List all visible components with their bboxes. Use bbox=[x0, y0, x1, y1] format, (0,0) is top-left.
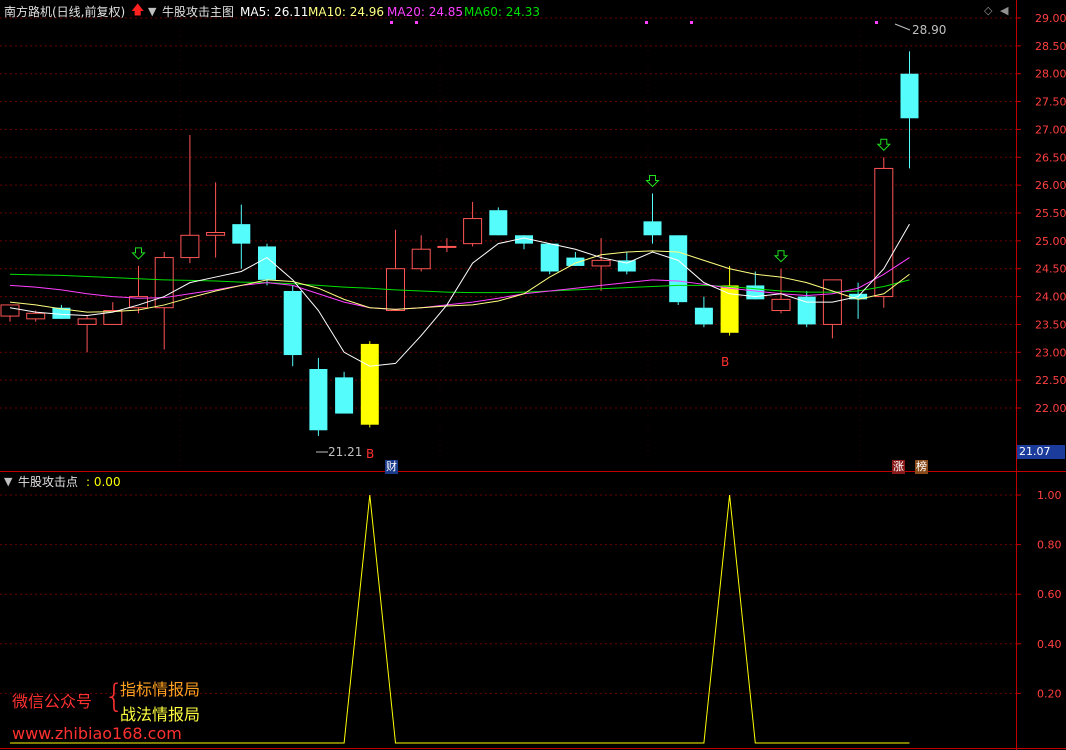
ma10-label: MA10: 24.96 bbox=[308, 5, 385, 19]
ma60-label: MA60: 24.33 bbox=[464, 5, 541, 19]
marker-dot bbox=[645, 21, 648, 24]
diamond-icon[interactable]: ◇ bbox=[984, 4, 992, 18]
watermark-line2: 战法情报局 bbox=[120, 705, 201, 724]
candle-body bbox=[694, 307, 713, 325]
marker-dot bbox=[690, 21, 693, 24]
candle-body bbox=[360, 343, 379, 425]
y-tick-label: 0.20 bbox=[1037, 687, 1062, 700]
y-tick-label: 28.50 bbox=[1035, 40, 1066, 53]
watermark-label: 微信公众号 bbox=[12, 692, 93, 711]
y-tick-label: 0.40 bbox=[1037, 638, 1062, 651]
y-tick-label: 25.00 bbox=[1035, 235, 1066, 248]
candle-body bbox=[26, 312, 46, 320]
finance-badge[interactable]: 财 bbox=[385, 460, 398, 474]
candle-body bbox=[411, 248, 431, 270]
marker-dot bbox=[875, 21, 878, 24]
y-tick-label: 0.80 bbox=[1037, 539, 1062, 552]
marker-dot bbox=[390, 21, 393, 24]
candle-body bbox=[309, 369, 328, 431]
chevron-left-icon[interactable]: ◀ bbox=[1000, 4, 1008, 18]
sub-indicator-value: : 0.00 bbox=[86, 475, 121, 489]
y-tick-label: 26.50 bbox=[1035, 151, 1066, 164]
candle-body bbox=[771, 298, 791, 312]
candle-body bbox=[643, 221, 662, 236]
current-price-tag: 21.07 bbox=[1017, 445, 1065, 459]
marker-dot bbox=[415, 21, 418, 24]
red-up-arrow-icon: 🡅 bbox=[131, 3, 145, 18]
y-tick-label: 22.00 bbox=[1035, 402, 1066, 415]
stock-title: 南方路机(日线,前复权) bbox=[4, 5, 126, 19]
candle-body bbox=[540, 243, 559, 272]
y-tick-label: 26.00 bbox=[1035, 179, 1066, 192]
y-tick-label: 29.00 bbox=[1035, 12, 1066, 25]
list-badge[interactable]: 榜 bbox=[915, 460, 928, 474]
candle-body bbox=[900, 73, 919, 119]
candle-body bbox=[591, 259, 611, 267]
chevron-down-icon[interactable]: ▼ bbox=[4, 475, 12, 489]
ma20-label: MA20: 24.85 bbox=[387, 5, 464, 19]
candle-body bbox=[206, 232, 226, 236]
buy-signal-b: B bbox=[721, 355, 730, 369]
high-price-label: 28.90 bbox=[912, 23, 947, 37]
watermark-line1: 指标情报局 bbox=[120, 680, 201, 699]
ma5-line bbox=[9, 223, 910, 367]
ma5-label: MA5: 26.11 bbox=[240, 5, 309, 19]
candle-body bbox=[0, 304, 20, 317]
candle-body bbox=[463, 218, 483, 245]
y-tick-label: 27.50 bbox=[1035, 96, 1066, 109]
y-tick-label: 28.00 bbox=[1035, 68, 1066, 81]
chart-canvas[interactable]: 29.00 28.50 28.00 27.50 27.00 26.50 26.00 25.50… bbox=[0, 0, 1066, 750]
buy-arrow-icon bbox=[773, 250, 789, 263]
candle-body bbox=[283, 291, 302, 356]
low-price-label: 21.21 bbox=[328, 445, 363, 459]
buy-signal-b: B bbox=[366, 447, 375, 461]
chart-window: 29.00 28.50 28.00 27.50 27.00 26.50 26.00 25.50… bbox=[0, 0, 1066, 750]
pointer-line bbox=[894, 23, 911, 31]
y-tick-label: 23.50 bbox=[1035, 318, 1066, 331]
candle-body bbox=[335, 377, 354, 414]
candle-body bbox=[437, 245, 457, 248]
candle-body bbox=[797, 296, 816, 325]
y-tick-label: 25.50 bbox=[1035, 207, 1066, 220]
y-tick-label: 24.00 bbox=[1035, 291, 1066, 304]
sub-indicator-name[interactable]: 牛股攻击点 bbox=[18, 475, 78, 489]
chevron-down-icon[interactable]: ▼ bbox=[148, 5, 156, 19]
candle-body bbox=[489, 210, 508, 236]
candle-body bbox=[180, 234, 200, 259]
candle-body bbox=[232, 224, 251, 244]
y-tick-label: 24.50 bbox=[1035, 263, 1066, 276]
y-tick-label: 27.00 bbox=[1035, 123, 1066, 136]
y-tick-label: 0.60 bbox=[1037, 588, 1062, 601]
candle-body bbox=[77, 318, 97, 325]
candle-body bbox=[746, 285, 765, 300]
buy-arrow-icon bbox=[131, 247, 146, 260]
candle-body bbox=[566, 257, 585, 266]
y-tick-label: 22.50 bbox=[1035, 374, 1066, 387]
buy-arrow-icon bbox=[876, 138, 892, 151]
watermark-url: www.zhibiao168.com bbox=[12, 724, 182, 743]
candle-body bbox=[720, 285, 739, 333]
candle-body bbox=[669, 235, 688, 303]
limit-up-badge[interactable]: 涨 bbox=[892, 460, 905, 474]
main-indicator-name[interactable]: 牛股攻击主图 bbox=[162, 5, 234, 19]
y-tick-label: 1.00 bbox=[1037, 489, 1062, 502]
y-tick-label: 23.00 bbox=[1035, 346, 1066, 359]
candle-body bbox=[154, 257, 174, 309]
